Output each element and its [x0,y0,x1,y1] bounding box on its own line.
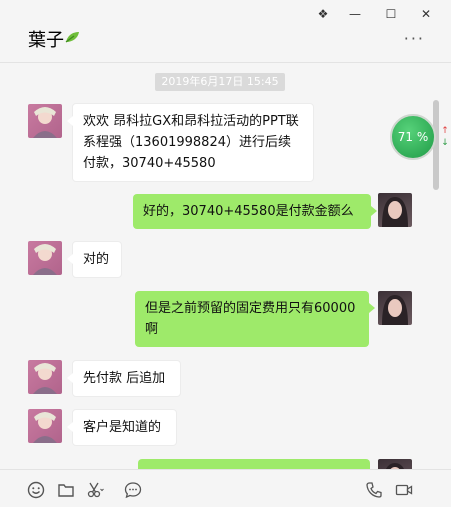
minimize-icon[interactable]: — [345,6,365,22]
contact-avatar-image [33,363,57,394]
upload-arrow-icon: ↑ [441,126,449,136]
title-bar: 葉子 ❖ — ☐ ✕ ··· [0,0,451,63]
message-bubble-outgoing[interactable]: 但是之前预留的固定费用只有60000啊 [135,291,375,347]
message-bubble-outgoing[interactable]: 好的，30740+45580是付款金额么 [133,194,377,229]
folder-icon[interactable] [57,481,75,499]
progress-badge[interactable]: 71 % [390,114,436,160]
leaf-icon [65,32,79,43]
contact-avatar-image [33,412,57,443]
maximize-icon[interactable]: ☐ [381,6,401,22]
contact-avatar[interactable] [28,409,62,443]
contact-avatar[interactable] [28,241,62,275]
close-icon[interactable]: ✕ [416,6,436,22]
self-avatar[interactable] [378,459,412,469]
self-avatar-image [382,295,408,325]
contact-avatar-image [33,244,57,275]
contact-avatar[interactable] [28,360,62,394]
scissors-icon[interactable] [86,481,104,499]
input-toolbar [0,469,451,507]
emoji-icon[interactable] [27,481,45,499]
message-bubble-incoming[interactable]: 对的 [67,241,122,278]
self-avatar-image [386,463,404,469]
message-bubble-outgoing[interactable] [138,459,370,469]
message-bubble-incoming[interactable]: 先付款 后追加 [67,360,181,397]
message-bubble-incoming[interactable]: 欢欢 昂科拉GX和昂科拉活动的PPT联系程强（13601998824）进行后续付… [67,103,314,182]
more-options-icon[interactable]: ··· [404,31,425,47]
message-timestamp: 2019年6月17日 15:45 [155,73,285,91]
self-avatar-image [382,197,408,227]
chat-title: 葉子 [28,30,64,51]
chat-bubble-icon[interactable] [124,481,142,499]
self-avatar[interactable] [378,193,412,227]
phone-icon[interactable] [365,481,383,499]
contact-avatar[interactable] [28,104,62,138]
video-icon[interactable] [395,481,413,499]
pin-icon[interactable]: ❖ [313,6,333,22]
chat-area[interactable]: 2019年6月17日 15:45 欢欢 昂科拉GX和昂科拉活动的PPT联系程强（… [0,63,443,469]
message-bubble-incoming[interactable]: 客户是知道的 [67,409,177,446]
speed-arrows: ↑ ↓ [440,125,450,149]
contact-avatar-image [33,107,57,138]
self-avatar[interactable] [378,291,412,325]
download-arrow-icon: ↓ [441,138,449,148]
